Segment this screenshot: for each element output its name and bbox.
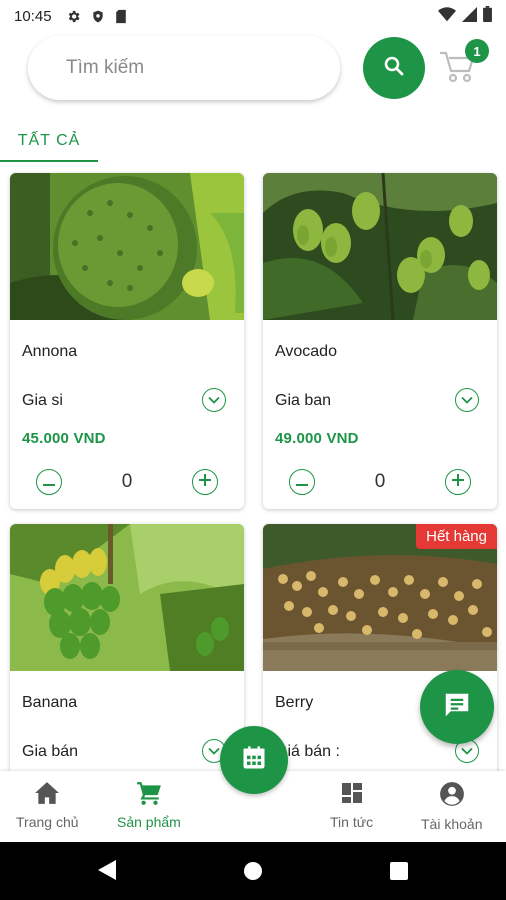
product-card[interactable]: Avocado Gia ban 49.000 VND 0 [263,173,497,509]
status-bar: 10:45 [0,0,506,32]
product-image: Hết hàng [263,524,497,671]
signal-icon [462,6,477,26]
plus-icon [199,473,211,491]
search-button[interactable] [363,37,425,99]
product-name: Berry [275,694,314,711]
increase-quantity-button[interactable] [445,469,471,495]
shopping-cart-icon [438,51,478,90]
price-type-dropdown[interactable] [455,388,479,412]
nav-item-products[interactable]: Sản phẩm [117,781,181,830]
home-circle-icon[interactable] [243,861,263,886]
product-price: 45.000 VND [22,430,106,447]
product-image [10,173,244,320]
nav-label: Tin tức [330,814,374,830]
nav-label: Trang chủ [16,814,79,830]
calendar-button[interactable] [220,726,288,794]
cart-badge: 1 [465,39,489,63]
product-image [263,173,497,320]
recents-icon[interactable] [390,862,408,885]
product-name: Avocado [275,343,337,360]
calendar-icon [240,744,268,777]
product-image [10,524,244,671]
chevron-down-icon [461,742,473,760]
increase-quantity-button[interactable] [192,469,218,495]
sd-card-icon [115,9,127,24]
shield-icon [91,9,105,24]
product-name: Banana [22,694,78,711]
account-circle-icon [439,781,465,810]
search-input[interactable] [66,57,306,79]
product-name: Annona [22,343,78,360]
price-type-label: Gia ban [275,392,332,409]
search-box[interactable] [28,36,340,100]
system-navigation-bar [0,842,506,900]
nav-item-news[interactable]: Tin tức [330,781,373,830]
home-icon [34,781,60,808]
tab-all[interactable]: TẤT CẢ [0,118,98,164]
battery-icon [483,6,492,26]
quantity-stepper: 0 [263,469,497,499]
chevron-down-icon [208,742,220,760]
quantity-stepper: 0 [10,469,244,499]
tab-indicator [0,160,98,162]
chevron-down-icon [208,391,220,409]
status-right [438,6,492,26]
product-card[interactable]: Annona Gia si 45.000 VND 0 [10,173,244,509]
plus-icon [452,473,464,491]
chat-icon [442,690,472,725]
chevron-down-icon [461,391,473,409]
nav-item-account[interactable]: Tài khoản [421,781,482,832]
nav-label: Tài khoản [421,816,483,832]
product-card[interactable]: Banana Gia bán [10,524,244,784]
price-type-label: Gia bán [22,743,79,760]
price-type-label: Gia si [22,392,63,409]
search-icon [382,54,406,83]
sold-out-badge: Hết hàng [416,524,497,549]
dashboard-icon [340,781,364,808]
nav-label: Sản phẩm [117,814,181,830]
chat-button[interactable] [420,670,494,744]
wifi-icon [438,6,456,26]
product-price: 49.000 VND [275,430,359,447]
cart-icon [136,781,162,808]
settings-icon [66,9,81,24]
nav-item-home[interactable]: Trang chủ [16,781,79,830]
price-type-dropdown[interactable] [202,388,226,412]
app-screen: 10:45 Tìm kiếm 1 TẤT CẢ Annona Gia si 45… [0,0,506,900]
status-time: 10:45 [14,7,52,25]
product-card[interactable]: Hết hàng Berry Giá bán : [263,524,497,784]
back-icon[interactable] [96,858,118,887]
